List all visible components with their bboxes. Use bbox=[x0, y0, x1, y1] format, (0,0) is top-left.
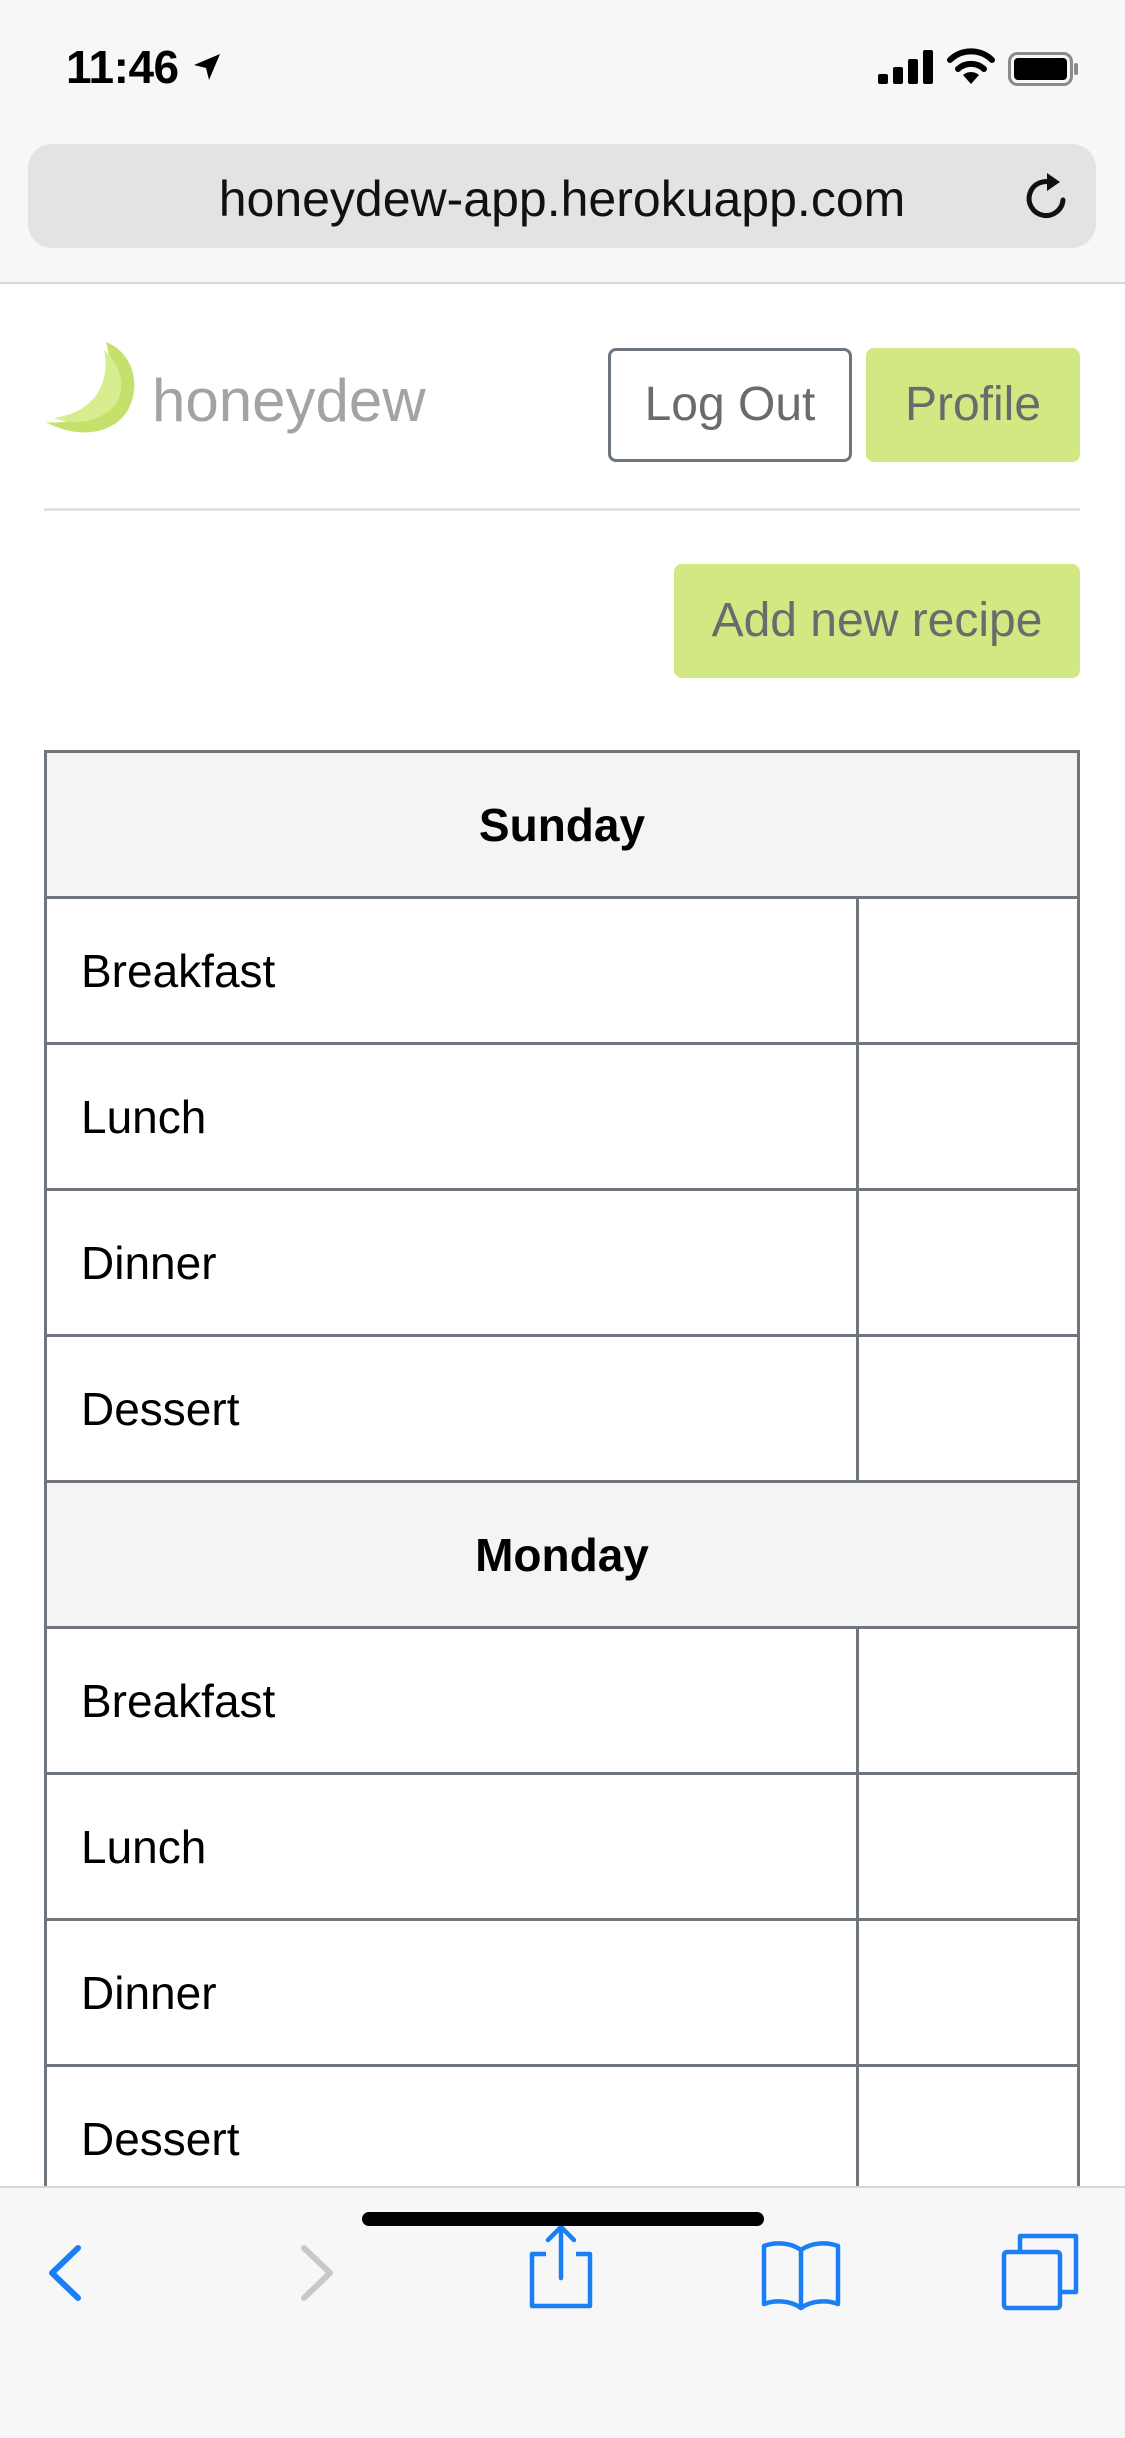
meal-label: Breakfast bbox=[44, 1626, 859, 1775]
meal-row: Lunch bbox=[44, 1772, 1081, 1921]
wifi-icon bbox=[947, 48, 995, 84]
url-text: honeydew-app.herokuapp.com bbox=[218, 171, 906, 227]
forward-icon[interactable] bbox=[270, 2228, 360, 2318]
day-row-sunday: Sunday bbox=[44, 750, 1080, 899]
battery-icon bbox=[1008, 52, 1078, 86]
share-icon[interactable] bbox=[516, 2222, 606, 2312]
profile-button[interactable]: Profile bbox=[866, 348, 1080, 462]
meal-recipe-slot[interactable] bbox=[855, 1772, 1081, 1921]
meal-label: Lunch bbox=[44, 1772, 859, 1921]
meal-recipe-slot[interactable] bbox=[855, 1334, 1081, 1483]
meal-planner-table: Sunday Breakfast Lunch Dinner Dessert Mo… bbox=[44, 750, 1081, 2213]
meal-row: Dinner bbox=[44, 1188, 1081, 1337]
status-time: 11:46 bbox=[66, 41, 179, 93]
header-divider bbox=[44, 508, 1080, 511]
meal-label: Dinner bbox=[44, 1918, 859, 2067]
meal-recipe-slot[interactable] bbox=[855, 1918, 1081, 2067]
day-header: Monday bbox=[44, 1480, 1080, 1629]
meal-row: Dinner bbox=[44, 1918, 1081, 2067]
location-arrow-icon bbox=[194, 54, 220, 80]
status-bar: 11:46 bbox=[0, 0, 1125, 140]
meal-label: Breakfast bbox=[44, 896, 859, 1045]
back-icon[interactable] bbox=[22, 2228, 112, 2318]
meal-row: Breakfast bbox=[44, 1626, 1081, 1775]
meal-row: Dessert bbox=[44, 1334, 1081, 1483]
home-indicator[interactable] bbox=[362, 2212, 764, 2226]
address-bar[interactable]: honeydew-app.herokuapp.com bbox=[28, 144, 1096, 248]
meal-recipe-slot[interactable] bbox=[855, 896, 1081, 1045]
reload-icon[interactable] bbox=[1020, 170, 1074, 224]
meal-row: Breakfast bbox=[44, 896, 1081, 1045]
honeydew-melon-icon[interactable] bbox=[44, 340, 144, 440]
meal-recipe-slot[interactable] bbox=[855, 1042, 1081, 1191]
meal-recipe-slot[interactable] bbox=[855, 1188, 1081, 1337]
cellular-signal-icon bbox=[878, 50, 933, 84]
day-header: Sunday bbox=[44, 750, 1080, 899]
brand-name[interactable]: honeydew bbox=[152, 366, 426, 435]
add-recipe-button[interactable]: Add new recipe bbox=[674, 564, 1080, 678]
logout-button[interactable]: Log Out bbox=[608, 348, 852, 462]
meal-row: Lunch bbox=[44, 1042, 1081, 1191]
meal-label: Dinner bbox=[44, 1188, 859, 1337]
browser-address-area: honeydew-app.herokuapp.com bbox=[0, 140, 1125, 284]
day-row-monday: Monday bbox=[44, 1480, 1080, 1629]
tabs-icon[interactable] bbox=[996, 2228, 1086, 2318]
bookmarks-icon[interactable] bbox=[756, 2228, 846, 2318]
meal-label: Lunch bbox=[44, 1042, 859, 1191]
meal-recipe-slot[interactable] bbox=[855, 1626, 1081, 1775]
meal-label: Dessert bbox=[44, 1334, 859, 1483]
